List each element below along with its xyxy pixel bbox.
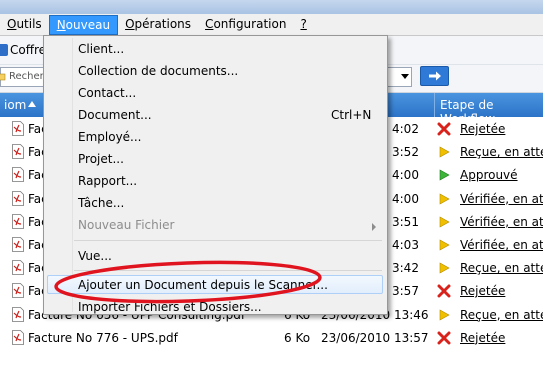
pdf-file-icon [12,190,24,206]
row-workflow-status[interactable]: Vérifiée, en atten [460,192,543,206]
menu-item-document[interactable]: Document... [78,108,152,122]
play-pending-icon [437,238,451,252]
reject-x-icon [437,331,451,345]
menu-item-tache[interactable]: Tâche... [78,196,124,210]
submenu-arrow-icon [372,223,376,231]
reject-x-icon [437,284,451,298]
sort-ascending-icon [28,101,36,107]
chevron-down-icon[interactable] [401,74,409,79]
row-workflow-status[interactable]: Rejetée [460,284,505,298]
nouveau-dropdown-menu: Client... Collection de documents... Con… [43,35,388,315]
row-date: 4:03 [392,238,419,252]
window-title-strip [0,0,543,14]
menu-item-vue[interactable]: Vue... [78,249,112,263]
column-header-name[interactable]: iom [4,98,26,112]
row-file-name: Facture No 776 - UPS.pdf [28,330,178,345]
arrow-right-icon [429,71,441,81]
vault-label[interactable]: Coffre [10,43,46,57]
row-date: 3:51 [392,214,419,229]
menubar: Outils Nouveau Opérations Configuration … [0,14,543,36]
pdf-file-icon [12,260,24,276]
row-workflow-status[interactable]: Approuvé [460,168,518,182]
menu-shortcut-document: Ctrl+N [331,108,372,122]
pdf-file-icon [12,213,24,229]
row-date: 3:57 [392,284,419,299]
pdf-file-icon [12,167,24,183]
menu-gutter [72,38,73,312]
play-pending-icon [437,308,451,322]
menu-item-collection[interactable]: Collection de documents... [78,64,238,78]
menu-help[interactable]: ? [293,15,313,34]
row-date: 4:00 [392,168,419,183]
menu-operations[interactable]: Opérations [118,15,198,34]
column-divider[interactable] [434,93,435,117]
row-workflow-status[interactable]: Vérifiée, en atten [460,238,543,252]
menu-item-nouveau-fichier: Nouveau Fichier [78,218,175,232]
pdf-file-icon [12,329,24,345]
row-date: 23/06/2010 13:57 [321,330,429,345]
row-workflow-status[interactable]: Reçue, en atten [460,308,543,322]
play-pending-icon [437,261,451,275]
play-approved-icon [437,168,451,182]
menu-item-scanner[interactable]: Ajouter un Document depuis le Scanner... [78,278,328,292]
pdf-file-icon [12,144,24,160]
menu-nouveau[interactable]: Nouveau [48,14,119,35]
search-icon [0,73,6,81]
menu-outils[interactable]: Outils [0,15,49,34]
row-workflow-status[interactable]: Rejetée [460,122,505,136]
play-pending-icon [437,145,451,159]
table-row[interactable]: Facture No 776 - UPS.pdf 6 Ko 23/06/2010 1… [0,327,543,349]
row-date: 3:52 [392,145,419,160]
play-pending-icon [437,192,451,206]
pdf-file-icon [12,237,24,252]
menu-separator [74,240,382,241]
pdf-file-icon [12,121,24,136]
reject-x-icon [437,122,451,136]
menu-item-import[interactable]: Importer Fichiers et Dossiers... [78,300,262,314]
row-date: 4:00 [392,191,419,206]
vault-icon [0,44,8,56]
menu-separator [74,270,382,271]
row-workflow-status[interactable]: Reçue, en atten [460,145,543,159]
menu-item-contact[interactable]: Contact... [78,86,136,100]
pdf-file-icon [12,306,24,322]
row-date: 4:02 [392,122,419,136]
menu-item-rapport[interactable]: Rapport... [78,174,137,188]
pdf-file-icon [12,283,24,299]
row-workflow-status[interactable]: Reçue, en atten [460,261,543,275]
row-file-size: 6 Ko [284,330,311,345]
row-workflow-status[interactable]: Vérifiée, en atten [460,215,543,229]
row-workflow-status[interactable]: Rejetée [460,331,505,345]
menu-item-employe[interactable]: Employé... [78,130,142,144]
search-go-button[interactable] [420,66,449,86]
menu-configuration[interactable]: Configuration [198,15,293,34]
menu-item-client[interactable]: Client... [78,42,124,56]
play-pending-icon [437,215,451,229]
row-date: 3:42 [392,261,419,276]
menu-item-projet[interactable]: Projet... [78,152,124,166]
